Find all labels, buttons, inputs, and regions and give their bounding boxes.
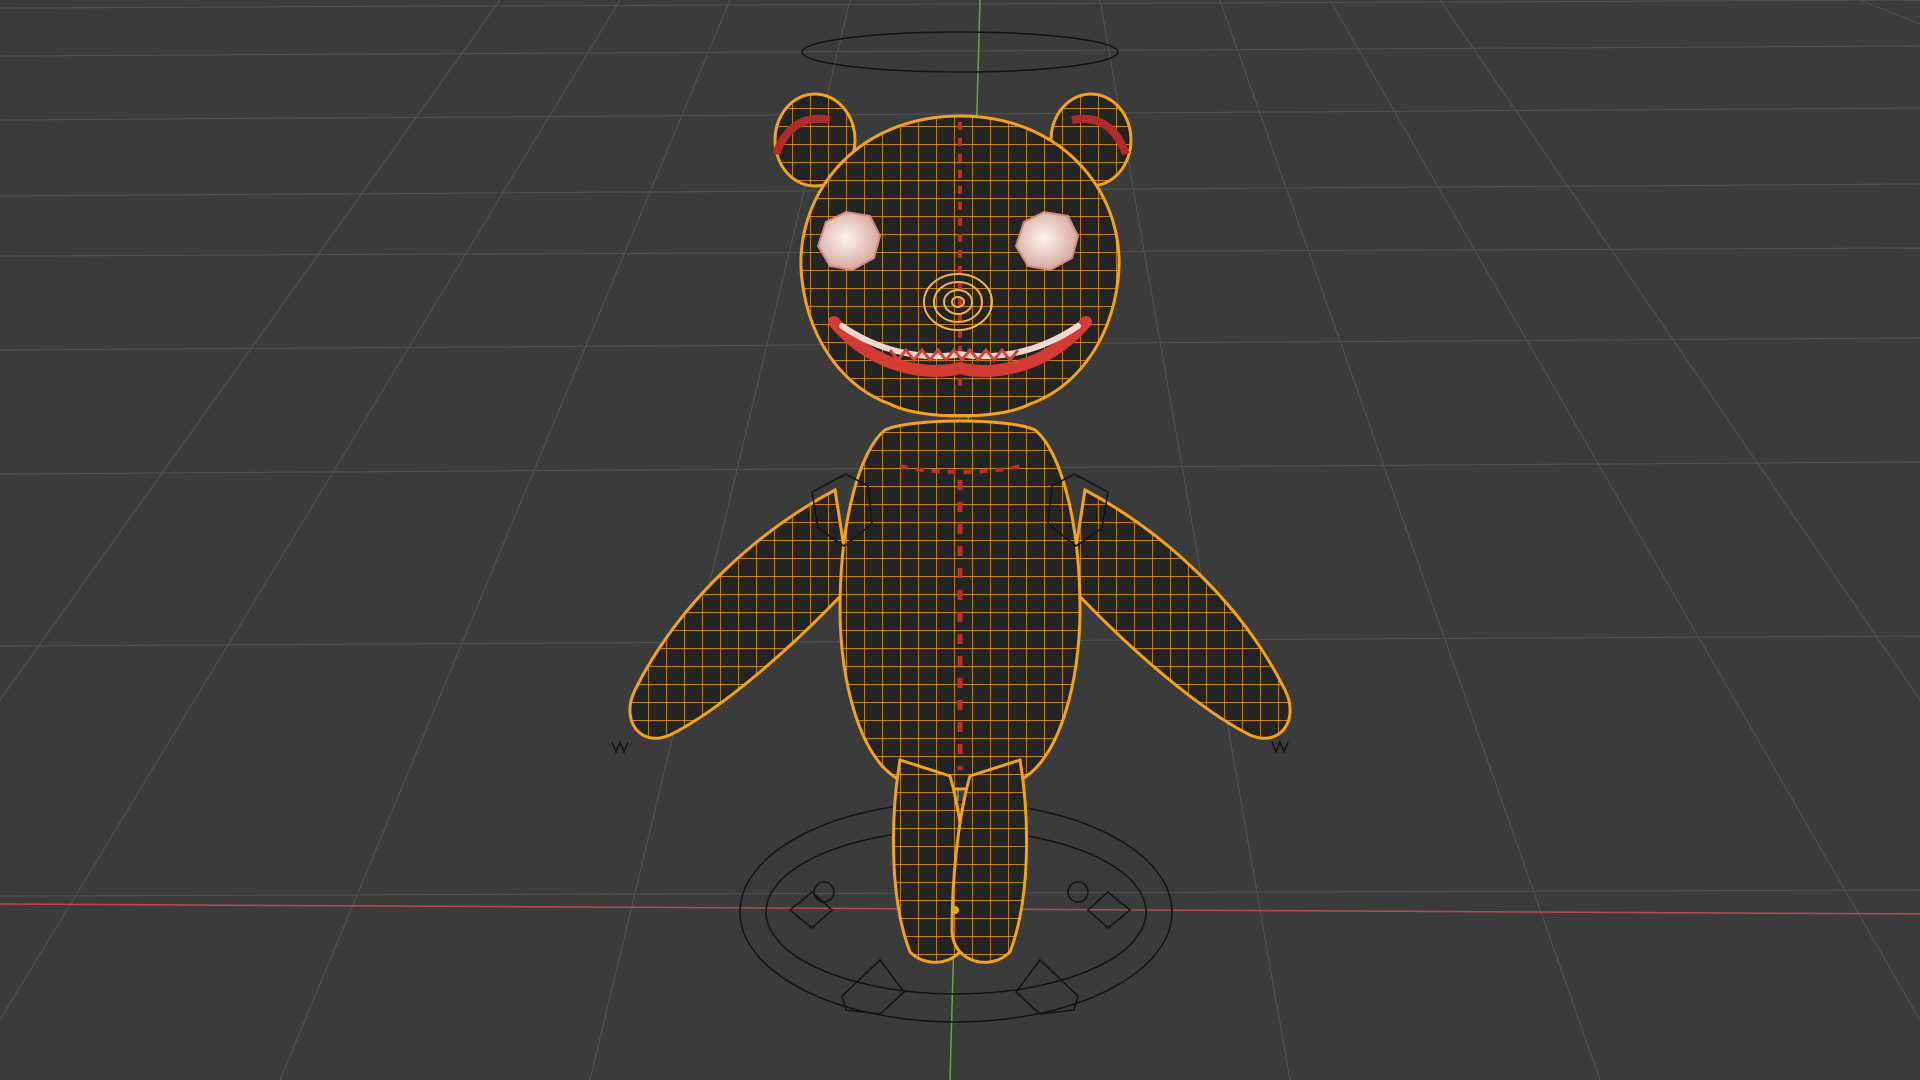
viewport-canvas[interactable] [0, 0, 1920, 1080]
teddy-bear-model[interactable] [628, 92, 1292, 964]
3d-viewport[interactable] [0, 0, 1920, 1080]
